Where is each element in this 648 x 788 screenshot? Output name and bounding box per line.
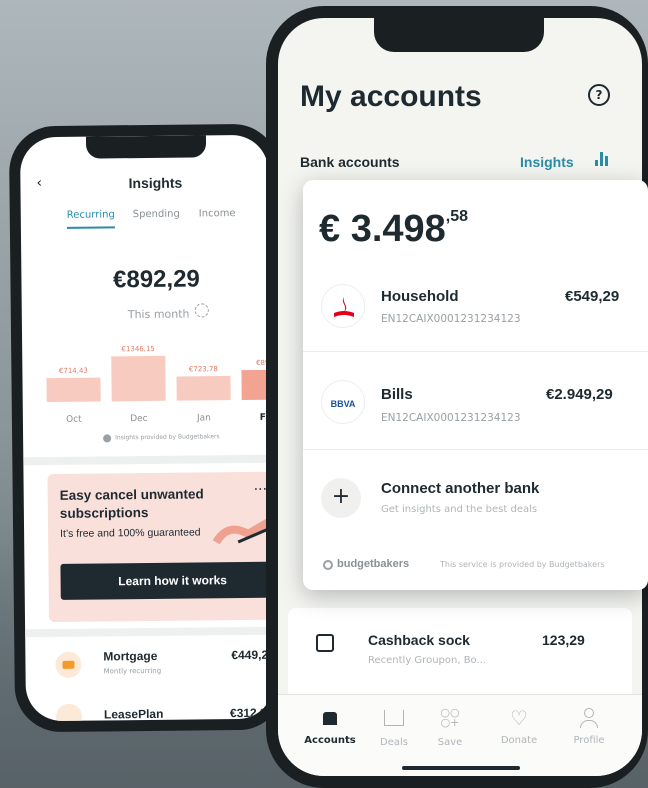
insights-title: Insights bbox=[128, 174, 183, 192]
bar-oct[interactable] bbox=[46, 377, 101, 403]
tab-income[interactable]: Income bbox=[199, 208, 236, 219]
section-title: Bank accounts bbox=[300, 154, 400, 170]
mortgage-icon bbox=[55, 651, 82, 678]
gear-icon[interactable] bbox=[194, 303, 209, 318]
attribution-icon bbox=[103, 434, 112, 443]
save-icon: ○○ ○+ bbox=[440, 706, 460, 729]
bar-chart-icon[interactable] bbox=[595, 152, 611, 166]
bar-value-label: €1346,15 bbox=[121, 345, 154, 353]
profile-icon-body bbox=[580, 720, 598, 728]
learn-how-label: Learn how it works bbox=[118, 573, 228, 589]
divider-2 bbox=[25, 626, 274, 638]
account-iban: EN12CAIX0001231234123 bbox=[381, 313, 521, 325]
balance-cents: ,58 bbox=[445, 208, 469, 225]
connect-bank-row[interactable]: + Connect another bank Get insights and … bbox=[303, 452, 648, 538]
account-row[interactable]: BBVA Bills EN12CAIX0001231234123 €2.949,… bbox=[303, 354, 648, 450]
cashback-title: Cashback sock bbox=[368, 632, 470, 648]
front-phone-notch bbox=[374, 18, 544, 52]
profile-icon bbox=[584, 708, 594, 718]
back-phone: ‹ Insights Recurring Spending Income €89… bbox=[8, 123, 286, 733]
cashback-row[interactable]: Cashback sock Recently Groupon, Bo... 12… bbox=[302, 624, 632, 680]
nav-accounts[interactable]: Accounts bbox=[300, 708, 360, 758]
accounts-card: € 3.498,58 Household EN12CAIX00012312341… bbox=[303, 180, 648, 590]
balance-main: € 3.498 bbox=[319, 208, 446, 250]
account-name: Household bbox=[381, 288, 459, 305]
back-phone-screen: ‹ Insights Recurring Spending Income €89… bbox=[19, 134, 275, 722]
nav-profile[interactable]: Profile bbox=[562, 708, 616, 758]
nav-donate[interactable]: ♡ Donate bbox=[490, 708, 548, 758]
nav-deals[interactable]: Deals bbox=[369, 708, 419, 758]
heart-icon: ♡ bbox=[510, 706, 528, 730]
tab-spending[interactable]: Spending bbox=[133, 209, 180, 220]
balance: € 3.498,58 bbox=[319, 208, 468, 251]
nav-label: Accounts bbox=[304, 735, 356, 746]
nav-save[interactable]: ○○ ○+ Save bbox=[425, 706, 475, 758]
cashback-subtitle: Recently Groupon, Bo... bbox=[368, 655, 487, 666]
connect-subtitle: Get insights and the best deals bbox=[381, 504, 538, 515]
nav-label: Donate bbox=[500, 735, 538, 746]
month-label: Jan bbox=[196, 413, 211, 423]
scissors-illustration bbox=[208, 512, 275, 553]
tab-recurring[interactable]: Recurring bbox=[67, 209, 115, 221]
home-icon bbox=[323, 712, 337, 725]
tab-recurring-underline bbox=[66, 226, 115, 229]
budgetbakers-logo-icon bbox=[323, 560, 333, 570]
learn-how-button[interactable]: Learn how it works bbox=[60, 561, 275, 600]
account-name: Bills bbox=[381, 386, 413, 403]
month-label: Dec bbox=[130, 414, 148, 424]
insights-amount: €892,29 bbox=[112, 265, 200, 294]
period-label: This month bbox=[127, 307, 190, 322]
list-item[interactable]: Mortgage Montly recurring €449,29 bbox=[25, 640, 274, 691]
recurring-bar-chart: €714,43Oct€1346,15Dec€723,78Jan€892,2Feb bbox=[46, 345, 272, 425]
cart-icon bbox=[384, 710, 404, 726]
wallet-icon bbox=[316, 634, 334, 652]
promo-subtitle: It’s free and 100% guaranteed bbox=[60, 526, 201, 540]
leaseplan-icon bbox=[55, 703, 83, 722]
footer-brand: budgetbakers bbox=[337, 558, 410, 570]
item-sub: Montly recurring bbox=[103, 666, 162, 676]
account-amount: €2.949,29 bbox=[546, 386, 613, 403]
nav-label: Profile bbox=[573, 735, 605, 746]
promo-title-1: Easy cancel unwanted bbox=[59, 486, 204, 503]
list-item[interactable]: LeasePlan €312,95 bbox=[26, 698, 274, 722]
insights-link[interactable]: Insights bbox=[520, 154, 574, 170]
santander-logo-icon bbox=[321, 284, 365, 328]
promo-title-2: subscriptions bbox=[59, 504, 149, 521]
account-amount: €549,29 bbox=[565, 288, 620, 305]
bar-dec[interactable] bbox=[111, 355, 166, 402]
item-name: Mortgage bbox=[103, 648, 158, 664]
nav-label: Deals bbox=[380, 737, 408, 748]
attribution-text: Insights provided by Budgetbakers bbox=[115, 433, 220, 442]
promo-card: Easy cancel unwanted subscriptions It’s … bbox=[47, 471, 275, 623]
divider bbox=[23, 454, 272, 466]
nav-label: Save bbox=[437, 737, 463, 748]
plus-icon: + bbox=[321, 478, 361, 518]
account-row[interactable]: Household EN12CAIX0001231234123 €549,29 bbox=[303, 266, 648, 352]
bar-jan[interactable] bbox=[176, 375, 231, 401]
bar-value-label: €723,78 bbox=[189, 365, 218, 373]
footer-note: This service is provided by Budgetbakers bbox=[440, 560, 605, 569]
connect-title: Connect another bank bbox=[381, 480, 540, 497]
home-indicator bbox=[402, 766, 520, 770]
item-name: LeasePlan bbox=[103, 706, 164, 722]
back-phone-notch bbox=[85, 135, 207, 159]
month-label: Oct bbox=[66, 415, 82, 425]
help-icon[interactable]: ? bbox=[588, 84, 610, 106]
page-title: My accounts bbox=[300, 80, 482, 113]
bar-value-label: €714,43 bbox=[59, 367, 88, 375]
cashback-amount: 123,29 bbox=[542, 632, 585, 648]
bbva-logo-icon: BBVA bbox=[321, 380, 365, 424]
account-iban: EN12CAIX0001231234123 bbox=[381, 412, 521, 424]
bbva-logo-text: BBVA bbox=[330, 399, 356, 409]
